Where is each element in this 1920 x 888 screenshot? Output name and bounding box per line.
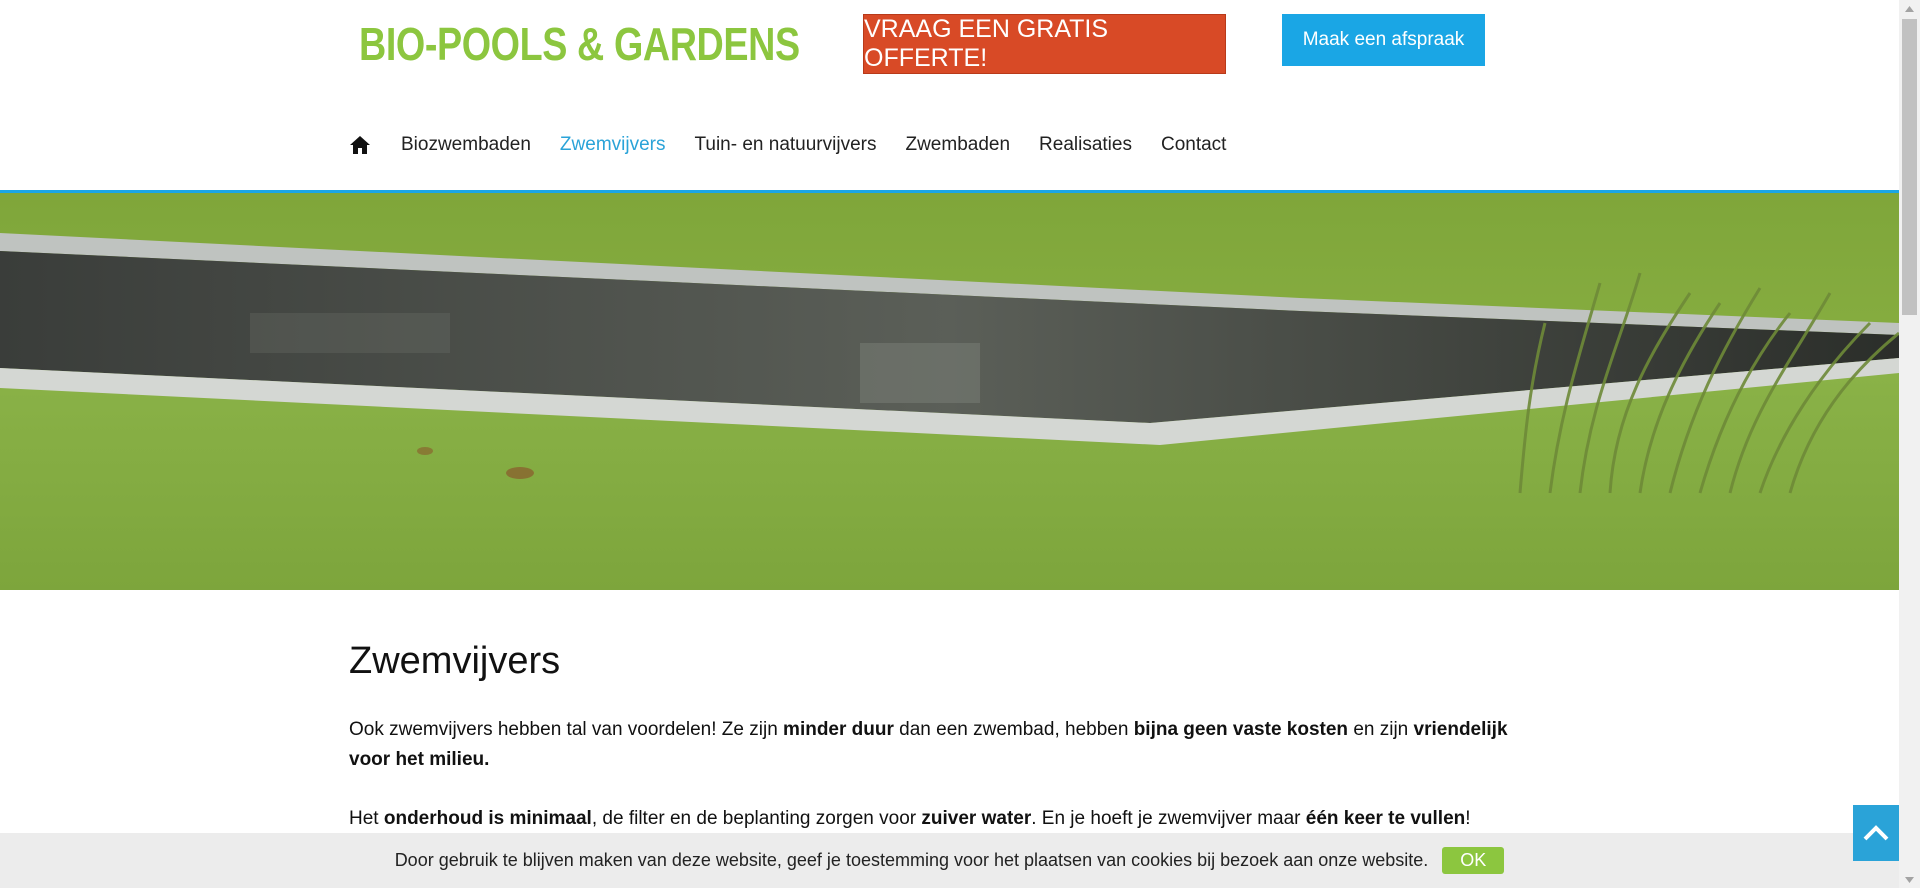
main-navigation: Biozwembaden Zwemvijvers Tuin- en natuur… <box>349 130 1255 160</box>
text: Ook zwemvijvers hebben tal van voordelen… <box>349 719 784 740</box>
cookie-consent-bar: Door gebruik te blijven maken van deze w… <box>0 833 1899 888</box>
nav-item-zwemvijvers[interactable]: Zwemvijvers <box>560 134 666 156</box>
free-quote-button[interactable]: VRAAG EEN GRATIS OFFERTE! <box>863 14 1226 74</box>
scroll-up-arrow-icon[interactable] <box>1899 0 1920 17</box>
nav-item-contact[interactable]: Contact <box>1161 134 1226 156</box>
cookie-message: Door gebruik te blijven maken van deze w… <box>394 850 1429 870</box>
text: , de filter en de beplanting zorgen voor <box>591 808 922 829</box>
scroll-down-arrow-icon[interactable] <box>1899 871 1920 888</box>
text: . En je hoeft je zwemvijver maar <box>1031 808 1306 829</box>
chevron-up-icon <box>1863 825 1889 841</box>
bold-text: zuiver water <box>921 808 1032 829</box>
nav-item-biozwembaden[interactable]: Biozwembaden <box>401 134 531 156</box>
logo[interactable]: BIO-POOLS & GARDENS <box>349 12 833 76</box>
bold-text: onderhoud is minimaal <box>383 808 592 829</box>
home-icon[interactable] <box>349 135 371 155</box>
bold-text: bijna geen vaste kosten <box>1133 719 1349 740</box>
scrollbar-thumb[interactable] <box>1902 19 1917 315</box>
text: en zijn <box>1348 719 1414 740</box>
make-appointment-button[interactable]: Maak een afspraak <box>1282 14 1485 66</box>
nav-item-realisaties[interactable]: Realisaties <box>1039 134 1132 156</box>
text: ! <box>1465 808 1471 829</box>
main-content: Zwemvijvers Ook zwemvijvers hebben tal v… <box>349 640 1519 863</box>
bold-text: minder duur <box>783 719 894 740</box>
maintenance-paragraph: Het onderhoud is minimaal, de filter en … <box>349 804 1519 834</box>
bold-text: één keer te vullen <box>1305 808 1466 829</box>
back-to-top-button[interactable] <box>1853 805 1899 861</box>
nav-item-zwembaden[interactable]: Zwembaden <box>905 134 1010 156</box>
intro-paragraph: Ook zwemvijvers hebben tal van voordelen… <box>349 715 1519 775</box>
page-title: Zwemvijvers <box>349 640 561 682</box>
nav-item-tuin-en-natuurvijvers[interactable]: Tuin- en natuurvijvers <box>694 134 876 156</box>
site-header: BIO-POOLS & GARDENS VRAAG EEN GRATIS OFF… <box>0 0 1899 193</box>
text: dan een zwembad, hebben <box>893 719 1134 740</box>
text: Het <box>349 808 384 829</box>
logo-text: BIO-POOLS & GARDENS <box>359 18 800 70</box>
page-scrollbar[interactable] <box>1899 0 1920 888</box>
cookie-ok-button[interactable]: OK <box>1442 847 1505 874</box>
hero-image <box>0 193 1899 590</box>
